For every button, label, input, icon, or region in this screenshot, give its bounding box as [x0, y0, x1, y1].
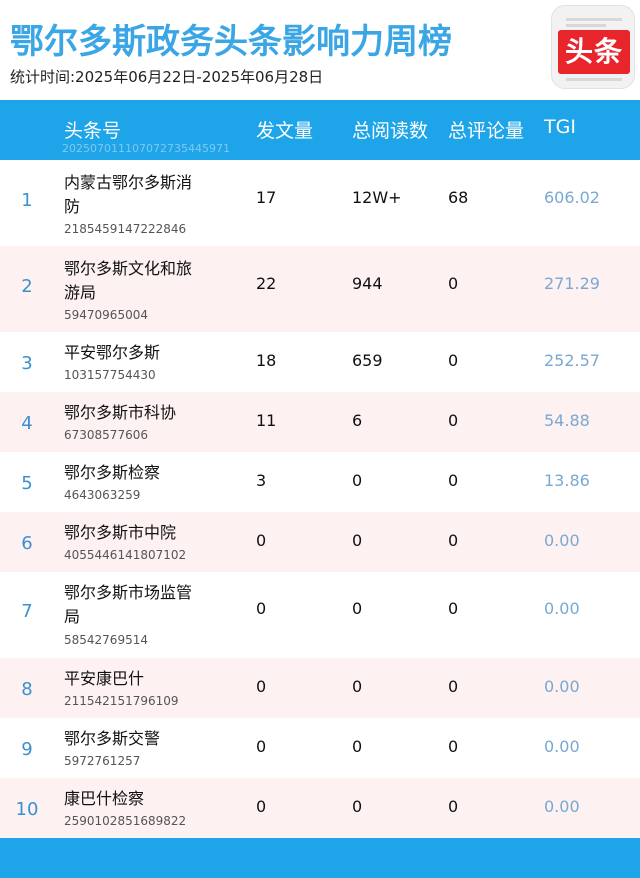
account-name: 康巴什检察 — [64, 789, 145, 808]
rank-number: 2 — [21, 276, 33, 297]
toutiao-logo: 头条 — [551, 5, 635, 89]
rank-number: 5 — [21, 473, 33, 494]
posts-count: 0 — [256, 599, 267, 618]
account-id: 58542769514 — [64, 633, 148, 647]
tgi-value: 606.02 — [544, 188, 600, 207]
comments-count: 0 — [448, 411, 459, 430]
tgi-value: 0.00 — [544, 797, 580, 816]
table-header: 头条号 发文量 总阅读数 总评论量 TGI 202507011107072735… — [0, 100, 640, 160]
logo-band: 头条 — [558, 30, 630, 74]
date-range: 统计时间:2025年06月22日-2025年06月28日 — [10, 68, 324, 86]
comments-count: 0 — [448, 797, 459, 816]
account-id: 103157754430 — [64, 368, 156, 382]
reads-count: 944 — [352, 274, 383, 293]
comments-count: 0 — [448, 471, 459, 490]
account-name: 内蒙古鄂尔多斯消防 — [64, 173, 193, 216]
comments-count: 0 — [448, 599, 459, 618]
col-comments: 总评论量 — [448, 120, 525, 142]
comments-count: 0 — [448, 351, 459, 370]
table-row: 7 鄂尔多斯市场监管局 58542769514 0 0 0 0.00 — [0, 572, 640, 658]
reads-count: 0 — [352, 677, 363, 696]
comments-count: 68 — [448, 188, 469, 207]
table-row: 6 鄂尔多斯市中院 4055446141807102 0 0 0 0.00 — [0, 512, 640, 572]
tgi-value: 271.29 — [544, 274, 600, 293]
posts-count: 0 — [256, 677, 267, 696]
logo-text: 头条 — [564, 35, 623, 68]
posts-count: 17 — [256, 188, 277, 207]
table-row: 10 康巴什检察 2590102851689822 0 0 0 0.00 — [0, 778, 640, 838]
account-id: 4643063259 — [64, 488, 141, 502]
reads-count: 0 — [352, 797, 363, 816]
posts-count: 0 — [256, 737, 267, 756]
tgi-value: 0.00 — [544, 599, 580, 618]
page-title: 鄂尔多斯政务头条影响力周榜 — [10, 22, 452, 62]
table-row: 1 内蒙古鄂尔多斯消防 2185459147222846 17 12W+ 68 606.02 — [0, 160, 640, 246]
rank-number: 6 — [21, 533, 33, 554]
col-reads: 总阅读数 — [352, 120, 429, 142]
rank-number: 1 — [21, 190, 33, 211]
account-name: 平安康巴什 — [64, 669, 145, 688]
tgi-value: 0.00 — [544, 531, 580, 550]
posts-count: 18 — [256, 351, 277, 370]
rank-number: 10 — [15, 799, 39, 820]
posts-count: 22 — [256, 274, 277, 293]
account-id: 59470965004 — [64, 308, 148, 322]
rank-number: 4 — [21, 413, 33, 434]
footer-bar — [0, 838, 640, 878]
account-id: 2590102851689822 — [64, 814, 187, 828]
rank-number: 8 — [21, 679, 33, 700]
table-row: 4 鄂尔多斯市科协 67308577606 11 6 0 54.88 — [0, 392, 640, 452]
account-name: 平安鄂尔多斯 — [64, 343, 161, 362]
header: 鄂尔多斯政务头条影响力周榜 统计时间:2025年06月22日-2025年06月2… — [0, 0, 640, 100]
account-id: 2185459147222846 — [64, 222, 187, 236]
reads-count: 0 — [352, 737, 363, 756]
table-row: 8 平安康巴什 211542151796109 0 0 0 0.00 — [0, 658, 640, 718]
tgi-value: 54.88 — [544, 411, 590, 430]
comments-count: 0 — [448, 531, 459, 550]
posts-count: 0 — [256, 797, 267, 816]
comments-count: 0 — [448, 677, 459, 696]
rank-number: 9 — [21, 739, 33, 760]
reads-count: 0 — [352, 471, 363, 490]
table-row: 5 鄂尔多斯检察 4643063259 3 0 0 13.86 — [0, 452, 640, 512]
posts-count: 11 — [256, 411, 277, 430]
account-id: 4055446141807102 — [64, 548, 187, 562]
account-name: 鄂尔多斯市中院 — [64, 523, 177, 542]
reads-count: 0 — [352, 599, 363, 618]
rank-number: 7 — [21, 601, 33, 622]
tgi-value: 252.57 — [544, 351, 600, 370]
reads-count: 6 — [352, 411, 363, 430]
tgi-value: 0.00 — [544, 737, 580, 756]
account-id: 67308577606 — [64, 428, 148, 442]
account-name: 鄂尔多斯市场监管局 — [64, 583, 193, 626]
account-name: 鄂尔多斯市科协 — [64, 403, 177, 422]
account-id: 5972761257 — [64, 754, 141, 768]
col-posts: 发文量 — [256, 120, 314, 142]
col-account: 头条号 — [64, 120, 122, 142]
reads-count: 12W+ — [352, 188, 402, 207]
tgi-value: 0.00 — [544, 677, 580, 696]
comments-count: 0 — [448, 274, 459, 293]
reads-count: 0 — [352, 531, 363, 550]
posts-count: 0 — [256, 531, 267, 550]
table-row: 3 平安鄂尔多斯 103157754430 18 659 0 252.57 — [0, 332, 640, 392]
reads-count: 659 — [352, 351, 383, 370]
account-name: 鄂尔多斯交警 — [64, 729, 161, 748]
rank-number: 3 — [21, 353, 33, 374]
tgi-value: 13.86 — [544, 471, 590, 490]
table-row: 2 鄂尔多斯文化和旅游局 59470965004 22 944 0 271.29 — [0, 246, 640, 332]
account-name: 鄂尔多斯检察 — [64, 463, 161, 482]
header-id: 20250701110707273544597​1 — [62, 142, 230, 155]
col-tgi: TGI — [544, 116, 576, 138]
table-row: 9 鄂尔多斯交警 5972761257 0 0 0 0.00 — [0, 718, 640, 778]
posts-count: 3 — [256, 471, 267, 490]
account-name: 鄂尔多斯文化和旅游局 — [64, 259, 193, 302]
account-id: 211542151796109 — [64, 694, 179, 708]
comments-count: 0 — [448, 737, 459, 756]
